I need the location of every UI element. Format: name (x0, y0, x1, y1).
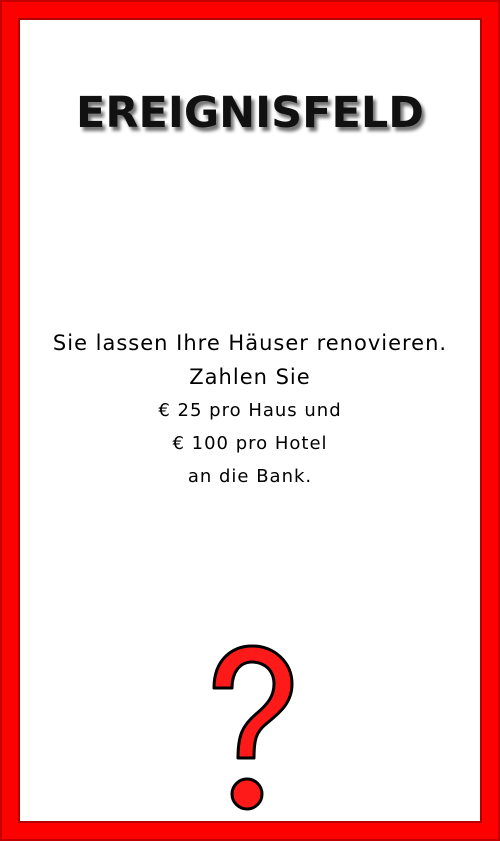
card-text-line-4: € 100 pro Hotel (172, 433, 328, 454)
card-text-line-1: Sie lassen Ihre Häuser renovieren. (52, 331, 448, 355)
card-title: EREIGNISFELD (76, 88, 424, 138)
card-text: Sie lassen Ihre Häuser renovieren. Zahle… (0, 326, 500, 493)
card-text-line-2: Zahlen Sie (189, 365, 311, 389)
card-text-line-3: € 25 pro Haus und (158, 400, 342, 421)
question-mark-icon (212, 644, 294, 811)
card-text-line-5: an die Bank. (187, 466, 313, 487)
